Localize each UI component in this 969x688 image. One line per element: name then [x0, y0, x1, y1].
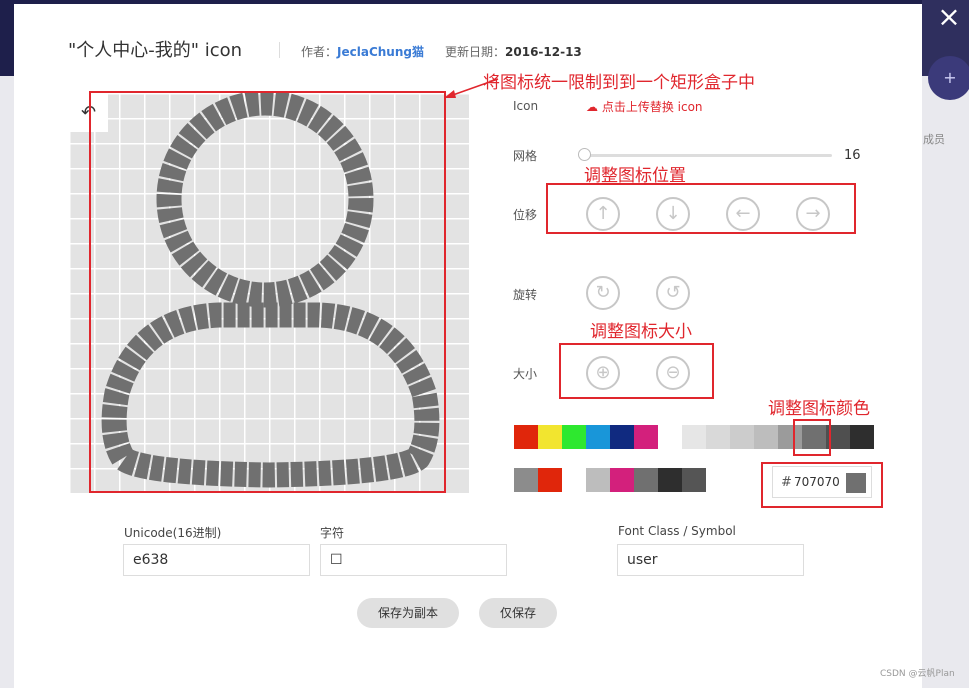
annotation-position-note: 调整图标位置 [584, 166, 686, 186]
color-swatch[interactable] [658, 425, 682, 449]
upload-text: 点击上传替换 icon [601, 100, 703, 114]
icon-label: Icon [513, 99, 539, 113]
color-swatch[interactable] [538, 425, 562, 449]
color-swatch[interactable] [610, 468, 634, 492]
close-icon[interactable]: × [934, 2, 964, 32]
author-meta: 作者：JeclaChung猫 [301, 43, 424, 60]
background-sidebar [922, 0, 969, 688]
unicode-input[interactable] [123, 544, 310, 576]
char-input[interactable] [320, 544, 507, 576]
rotate-counterclockwise-button[interactable]: ↺ [656, 276, 690, 310]
move-label: 位移 [513, 208, 538, 222]
background-panel-right [922, 76, 969, 688]
annotation-box-hex [761, 462, 883, 508]
rotate-label: 旋转 [513, 288, 538, 302]
author-label: 作者： [301, 45, 338, 59]
color-swatch[interactable] [610, 425, 634, 449]
author-link[interactable]: JeclaChung猫 [337, 45, 424, 59]
watermark: CSDN @云帆Plan [880, 669, 955, 679]
color-swatch[interactable] [730, 425, 754, 449]
save-button[interactable]: 仅保存 [479, 598, 557, 628]
date-meta: 更新日期：2016-12-13 [445, 43, 582, 60]
annotation-box-size [559, 343, 714, 399]
dialog-title: "个人中心-我的" icon [68, 40, 243, 61]
members-label: 成员 [923, 133, 945, 146]
rotate-clockwise-button[interactable]: ↻ [586, 276, 620, 310]
color-swatch[interactable] [634, 425, 658, 449]
icon-edit-dialog: "个人中心-我的" icon 作者：JeclaChung猫 更新日期：2016-… [14, 4, 922, 688]
annotation-box-icon-area [89, 91, 446, 493]
annotation-box-note: 将图标统一限制到到一个矩形盒子中 [483, 73, 755, 93]
color-swatch[interactable] [514, 468, 538, 492]
color-swatch[interactable] [538, 468, 562, 492]
date-value: 2016-12-13 [505, 45, 582, 59]
char-label: 字符 [320, 526, 345, 540]
grid-slider-track[interactable] [586, 154, 832, 157]
annotation-size-note: 调整图标大小 [590, 322, 692, 342]
cloud-upload-icon: ☁ [586, 100, 598, 114]
color-swatch[interactable] [562, 425, 586, 449]
color-swatch[interactable] [754, 425, 778, 449]
add-folder-icon[interactable]: + [928, 56, 969, 100]
date-label: 更新日期： [445, 45, 506, 59]
color-swatch[interactable] [634, 468, 658, 492]
color-swatch[interactable] [850, 425, 874, 449]
size-label: 大小 [513, 367, 538, 381]
background-panel-left [0, 76, 14, 688]
meta-divider [279, 42, 280, 58]
color-swatch[interactable] [706, 425, 730, 449]
annotation-box-color-swatch [793, 419, 831, 456]
grid-value: 16 [844, 148, 861, 163]
grid-slider-knob[interactable] [578, 148, 591, 161]
color-swatch[interactable] [586, 468, 610, 492]
color-swatch[interactable] [562, 468, 586, 492]
annotation-box-position [546, 183, 856, 234]
color-swatch[interactable] [586, 425, 610, 449]
color-swatch[interactable] [514, 425, 538, 449]
annotation-color-note: 调整图标颜色 [768, 399, 870, 419]
color-swatch[interactable] [682, 425, 706, 449]
font-class-input[interactable] [617, 544, 804, 576]
upload-icon-link[interactable]: ☁ 点击上传替换 icon [586, 98, 703, 115]
grid-label: 网格 [513, 149, 538, 163]
color-swatch[interactable] [658, 468, 682, 492]
color-swatch[interactable] [682, 468, 706, 492]
font-class-label: Font Class / Symbol [618, 524, 736, 538]
unicode-label: Unicode(16进制) [124, 526, 222, 540]
save-copy-button[interactable]: 保存为副本 [357, 598, 459, 628]
